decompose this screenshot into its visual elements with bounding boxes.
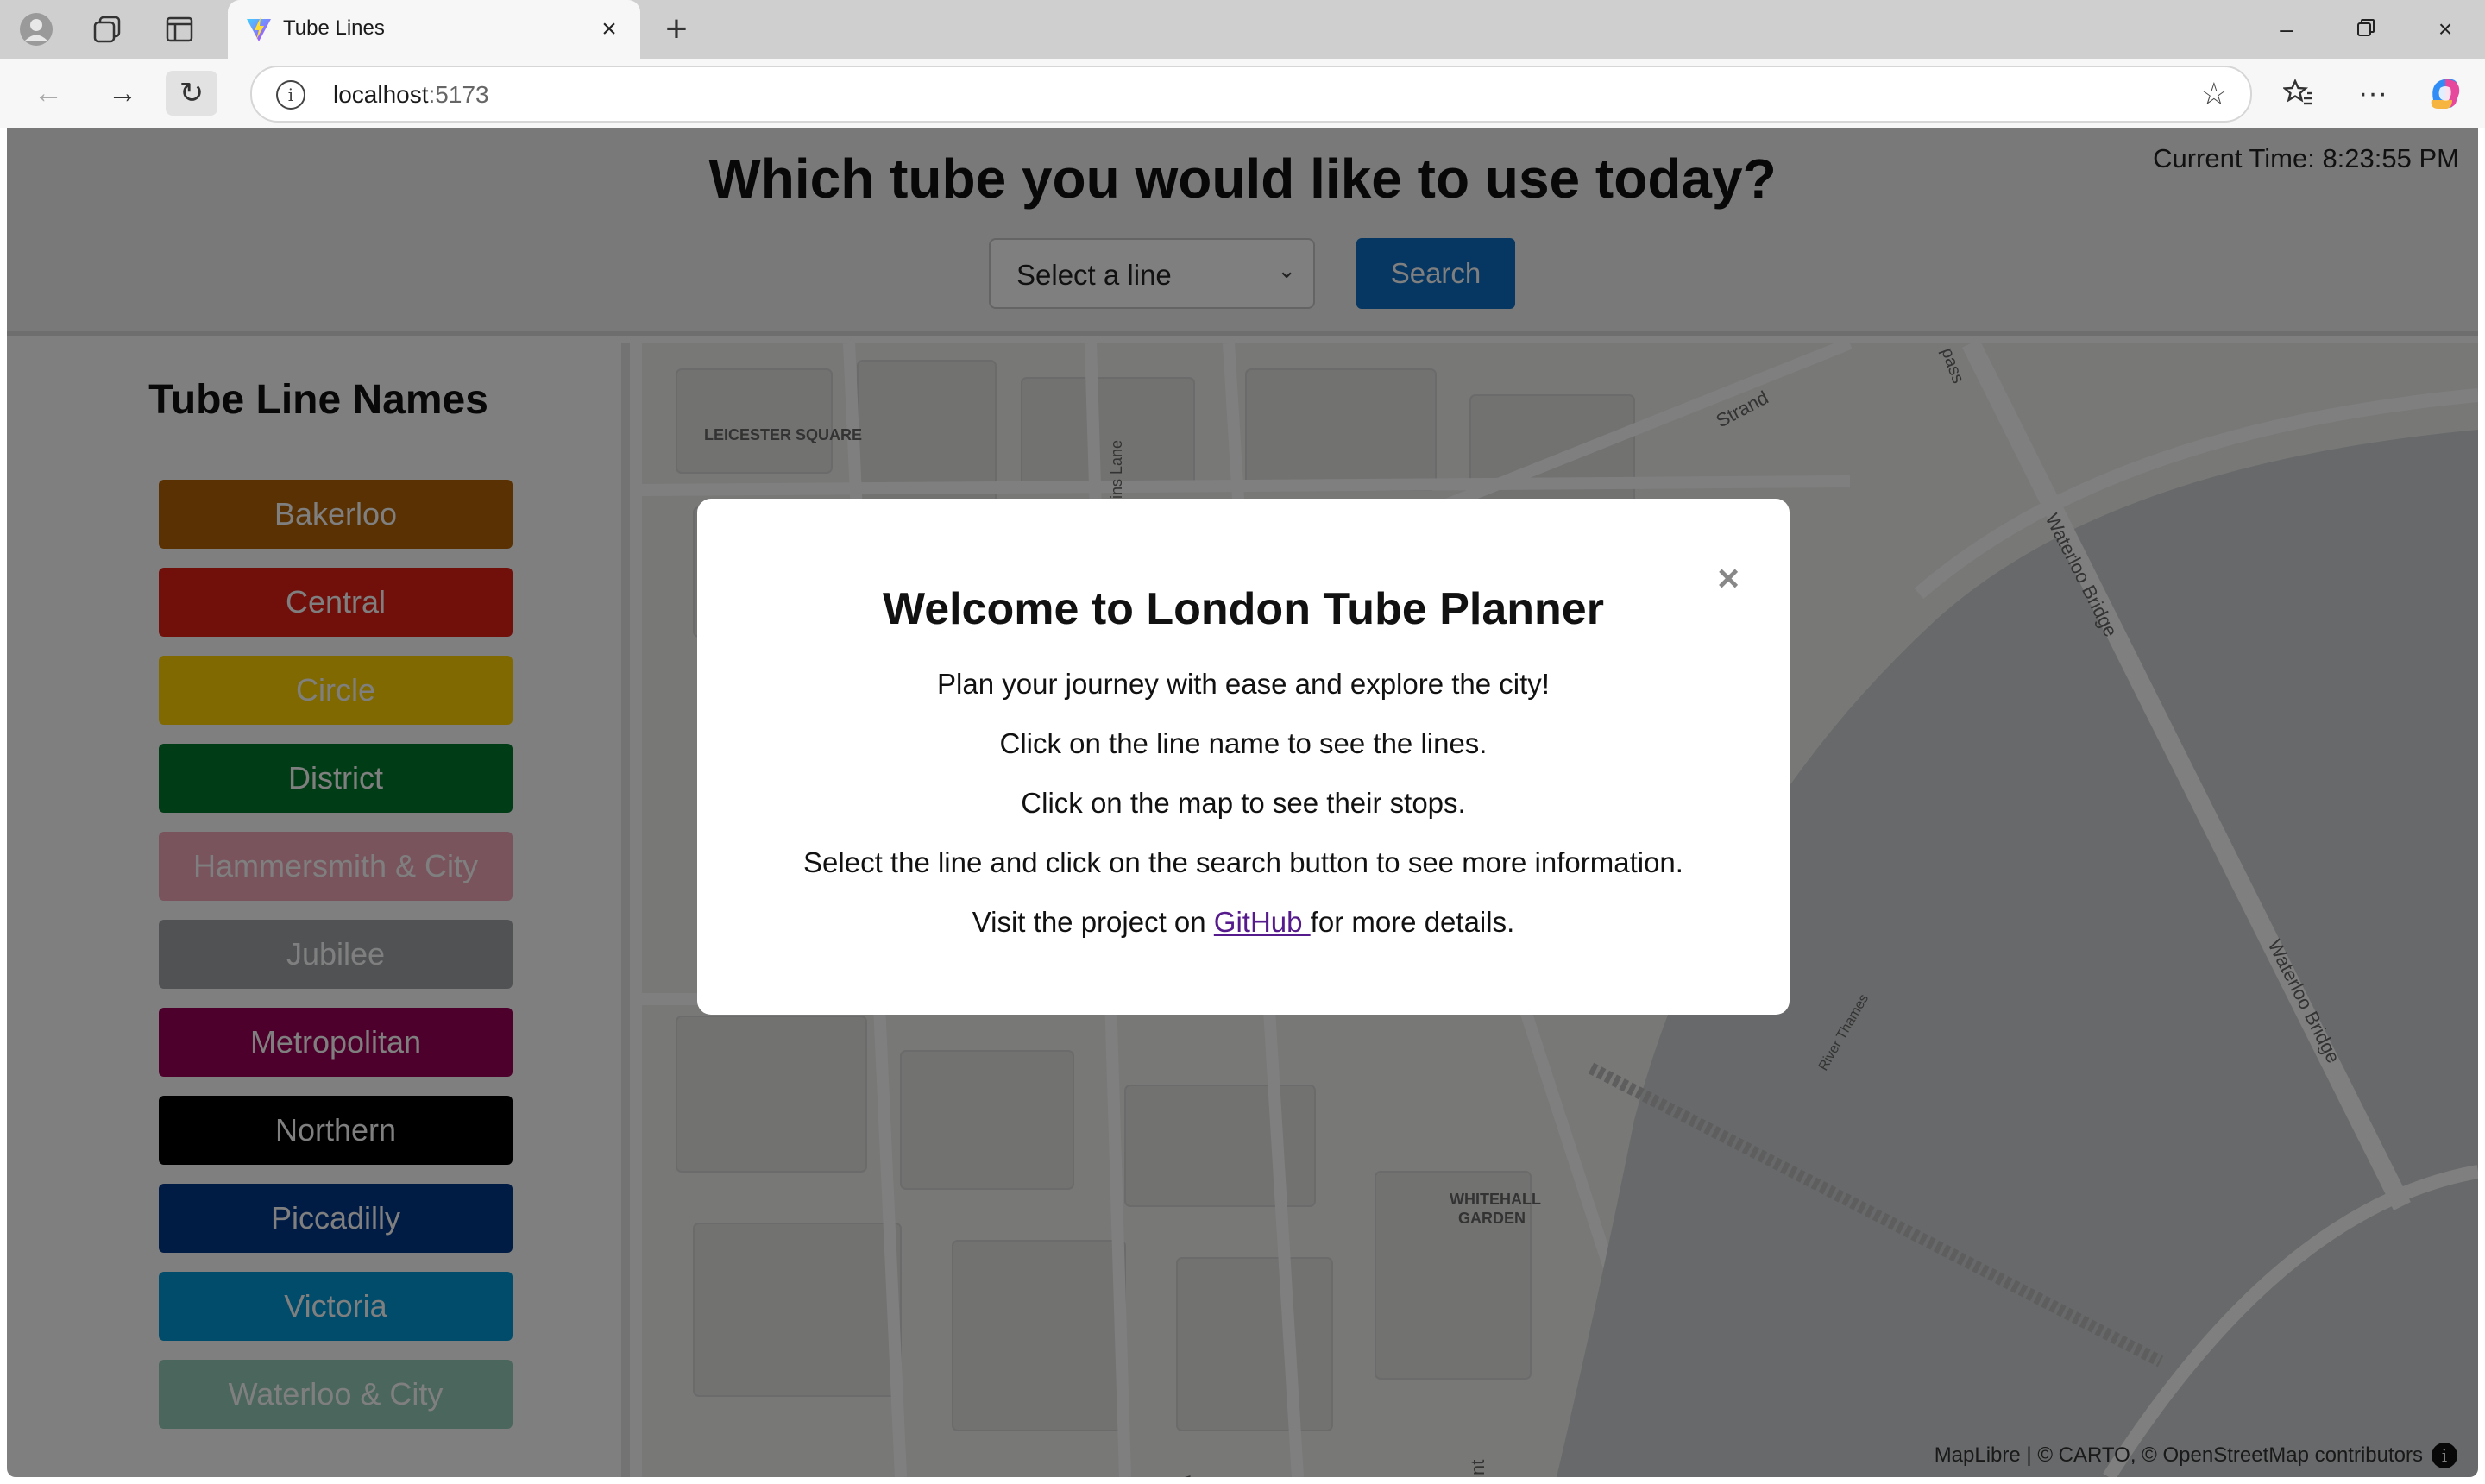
modal-text-4: Select the line and click on the search …: [803, 846, 1683, 878]
browser-tab-bar: Tube Lines × + – ×: [0, 0, 2485, 59]
page-viewport: Which tube you would like to use today? …: [7, 128, 2478, 1477]
new-tab-icon[interactable]: +: [659, 10, 694, 48]
site-info-icon[interactable]: i: [276, 80, 305, 110]
modal-text-1: Plan your journey with ease and explore …: [937, 668, 1550, 700]
favorite-star-icon[interactable]: ☆: [2200, 76, 2228, 112]
modal-title: Welcome to London Tube Planner: [883, 584, 1604, 634]
more-options-icon[interactable]: ···: [2352, 72, 2394, 114]
modal-text-3: Click on the map to see their stops.: [1021, 787, 1466, 819]
restore-icon[interactable]: [2340, 12, 2392, 47]
close-tab-icon[interactable]: ×: [592, 12, 626, 47]
forward-icon[interactable]: →: [97, 71, 148, 116]
welcome-modal: × Welcome to London Tube Planner Plan yo…: [697, 499, 1790, 1015]
url-field[interactable]: i localhost:5173 ☆: [250, 66, 2252, 123]
refresh-icon[interactable]: ↻: [166, 71, 217, 116]
modal-text-5: Visit the project on GitHub for more det…: [972, 906, 1515, 938]
tab-title: Tube Lines: [283, 16, 385, 40]
copilot-icon[interactable]: [2425, 72, 2466, 114]
vertical-tabs-icon[interactable]: [162, 12, 197, 47]
workspaces-icon[interactable]: [90, 12, 124, 47]
modal-text-2: Click on the line name to see the lines.: [999, 727, 1488, 759]
active-tab[interactable]: Tube Lines ×: [228, 0, 640, 59]
close-window-icon[interactable]: ×: [2419, 12, 2471, 47]
vite-logo-icon: [247, 17, 271, 41]
github-link[interactable]: GitHub: [1214, 906, 1311, 938]
address-bar: ← → ↻ i localhost:5173 ☆ ···: [0, 59, 2485, 128]
url-text: localhost:5173: [333, 81, 489, 108]
favorites-icon[interactable]: [2278, 72, 2319, 114]
profile-icon[interactable]: [19, 12, 53, 47]
back-icon[interactable]: ←: [22, 71, 74, 116]
minimize-icon[interactable]: –: [2261, 12, 2312, 47]
